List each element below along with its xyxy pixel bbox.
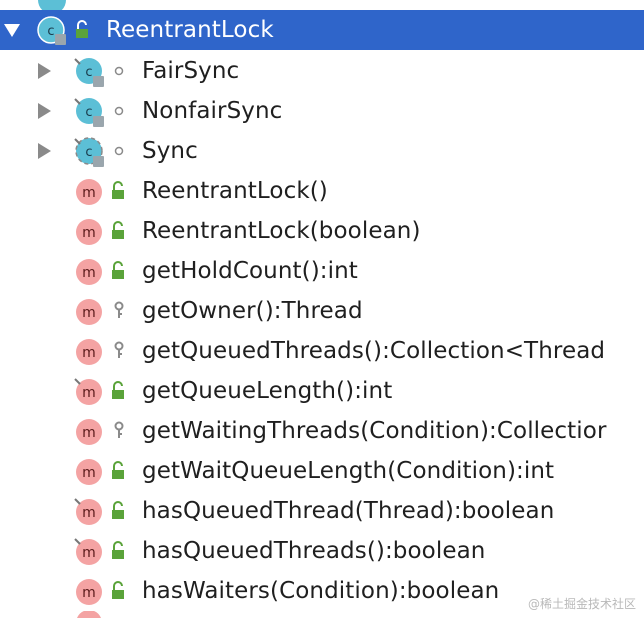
expand-arrow-icon[interactable]	[38, 63, 51, 79]
tree-node-fairsync[interactable]: c FairSync	[0, 51, 644, 91]
svg-text:c: c	[47, 24, 54, 39]
collapse-arrow-icon[interactable]	[4, 24, 20, 37]
svg-text:c: c	[85, 145, 92, 160]
public-lock-icon	[112, 501, 124, 519]
method-icon: m	[76, 339, 102, 365]
protected-key-icon	[114, 341, 124, 358]
public-lock-icon	[76, 20, 88, 38]
node-label: FairSync	[142, 58, 240, 84]
package-private-icon	[114, 146, 124, 156]
svg-text:m: m	[82, 265, 96, 281]
public-lock-icon	[112, 581, 124, 599]
method-icon: m	[76, 579, 102, 605]
abstract-class-icon: c	[74, 137, 104, 167]
tree-node-nonfairsync[interactable]: c NonfairSync	[0, 91, 644, 131]
public-lock-icon	[112, 461, 124, 479]
partial-method-icon	[77, 611, 101, 618]
tree-node-sync[interactable]: c Sync	[0, 131, 644, 171]
tree-node-method[interactable]: m getWaitQueueLength(Condition):int	[0, 451, 644, 491]
inner-class-icon: c	[74, 58, 104, 87]
final-method-icon: m	[74, 498, 102, 525]
node-label: hasQueuedThreads():boolean	[142, 538, 486, 564]
svg-text:m: m	[82, 465, 96, 481]
tree-node-reentrantlock[interactable]: c ReentrantLock	[0, 10, 644, 50]
protected-key-icon	[114, 301, 124, 318]
node-label: hasWaiters(Condition):boolean	[142, 578, 500, 604]
svg-text:m: m	[82, 225, 96, 241]
tree-node-constructor[interactable]: m ReentrantLock()	[0, 171, 644, 211]
method-icon: m	[76, 259, 102, 285]
package-private-icon	[114, 66, 124, 76]
svg-text:c: c	[85, 65, 92, 80]
node-label: getOwner():Thread	[142, 298, 363, 324]
public-lock-icon	[112, 381, 124, 399]
svg-text:m: m	[82, 505, 96, 521]
inner-class-icon: c	[74, 98, 104, 127]
expand-arrow-icon[interactable]	[38, 103, 51, 119]
method-icon: m	[76, 459, 102, 485]
class-icon: c	[37, 16, 66, 45]
node-label: ReentrantLock	[106, 17, 274, 43]
node-label: getWaitingThreads(Condition):Collectior	[142, 418, 607, 444]
public-lock-icon	[112, 221, 124, 239]
final-method-icon: m	[74, 538, 102, 565]
svg-text:m: m	[82, 305, 96, 321]
method-icon: m	[76, 219, 102, 245]
node-label: hasQueuedThread(Thread):boolean	[142, 498, 555, 524]
tree-node-method[interactable]: m getQueuedThreads():Collection<Thread	[0, 331, 644, 371]
watermark: @稀土掘金技术社区	[527, 597, 636, 611]
node-label: getQueueLength():int	[142, 378, 393, 404]
tree-node-method[interactable]: m getWaitingThreads(Condition):Collectio…	[0, 411, 644, 451]
node-label: getWaitQueueLength(Condition):int	[142, 458, 555, 484]
svg-text:m: m	[82, 185, 96, 201]
svg-text:m: m	[82, 385, 96, 401]
tree-node-method[interactable]: m hasQueuedThreads():boolean	[0, 531, 644, 571]
node-label: ReentrantLock(boolean)	[142, 218, 421, 244]
node-label: ReentrantLock()	[142, 178, 328, 204]
node-label: getQueuedThreads():Collection<Thread	[142, 338, 606, 364]
public-lock-icon	[112, 181, 124, 199]
node-label: Sync	[142, 138, 198, 164]
tree-node-method[interactable]: m getHoldCount():int	[0, 251, 644, 291]
svg-text:m: m	[82, 425, 96, 441]
tree-node-method[interactable]: m getQueueLength():int	[0, 371, 644, 411]
svg-text:m: m	[82, 585, 96, 601]
package-private-icon	[114, 106, 124, 116]
tree-node-method[interactable]: m getOwner():Thread	[0, 291, 644, 331]
method-icon: m	[76, 419, 102, 445]
expand-arrow-icon[interactable]	[38, 143, 51, 159]
node-label: getHoldCount():int	[142, 258, 358, 284]
svg-text:c: c	[85, 105, 92, 120]
svg-text:m: m	[82, 545, 96, 561]
public-lock-icon	[112, 261, 124, 279]
public-lock-icon	[112, 541, 124, 559]
protected-key-icon	[114, 421, 124, 438]
tree-node-method[interactable]: m hasQueuedThread(Thread):boolean	[0, 491, 644, 531]
final-method-icon: m	[74, 378, 102, 405]
tree-node-constructor-boolean[interactable]: m ReentrantLock(boolean)	[0, 211, 644, 251]
structure-tree: c ReentrantLock c FairSync c NonfairSync…	[0, 0, 644, 618]
method-icon: m	[76, 299, 102, 325]
node-label: NonfairSync	[142, 98, 283, 124]
svg-text:m: m	[82, 345, 96, 361]
method-icon: m	[76, 179, 102, 205]
partial-row	[0, 611, 644, 618]
